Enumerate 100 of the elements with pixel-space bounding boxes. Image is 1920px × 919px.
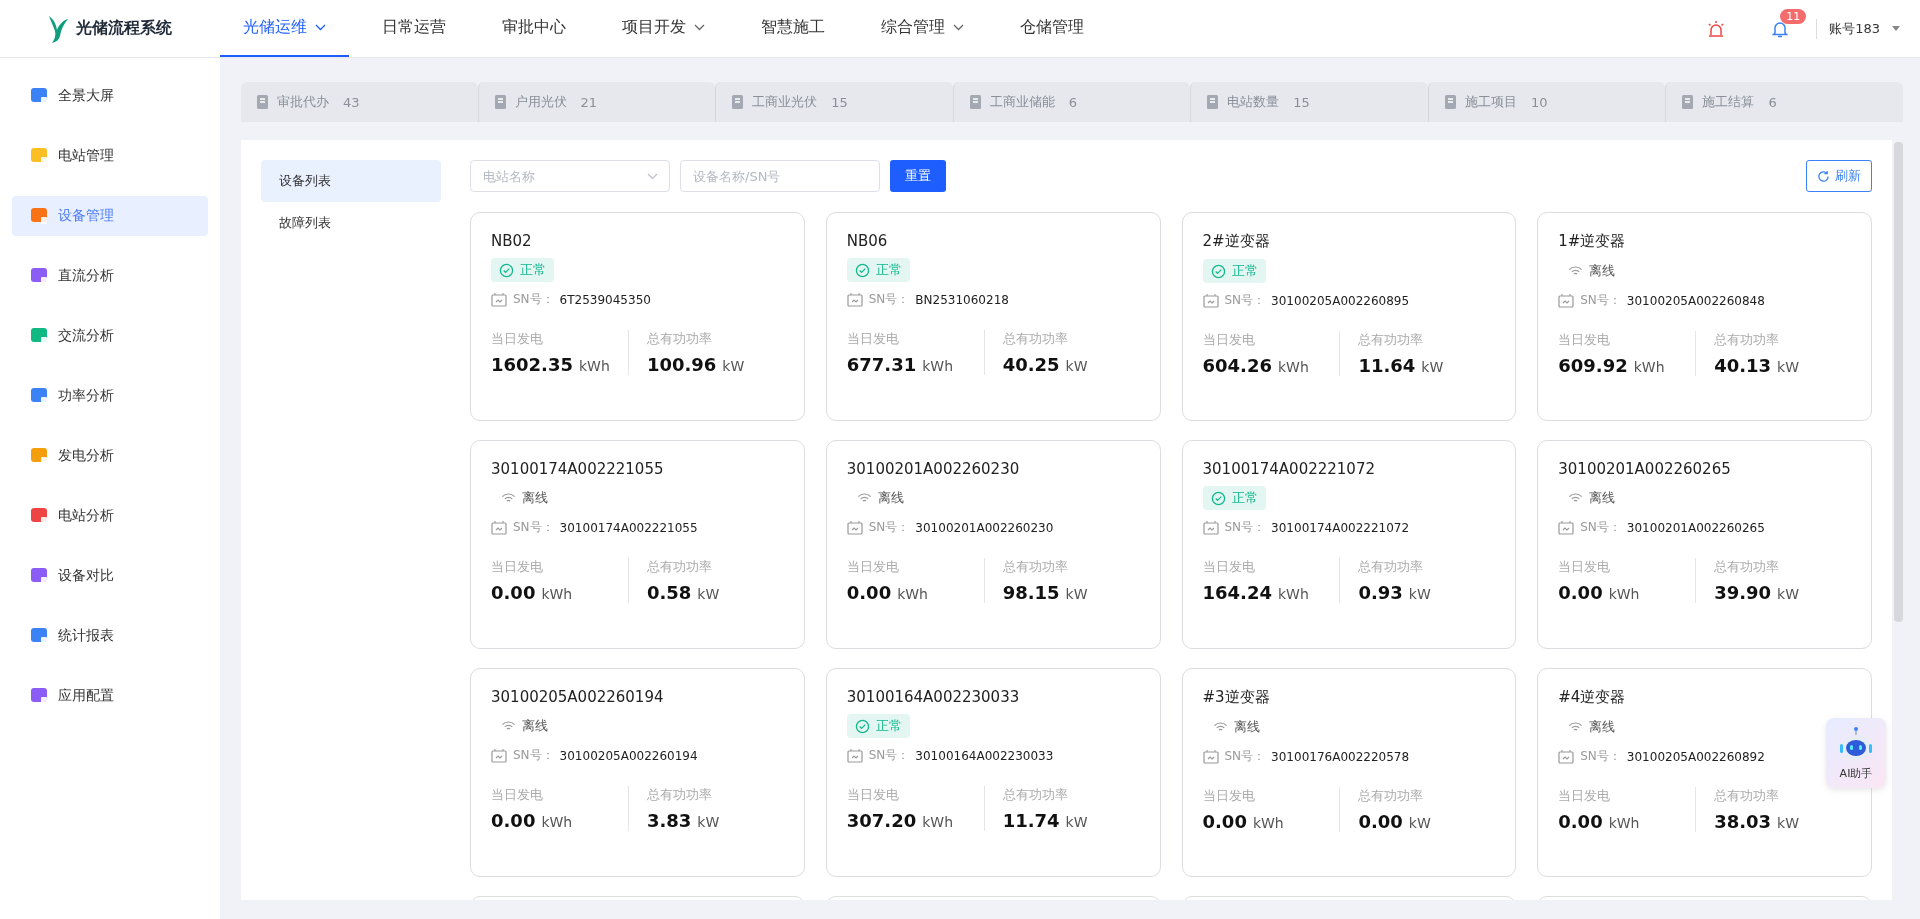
sn-label: SN号：	[1580, 748, 1621, 765]
metric-unit: kWh	[922, 358, 954, 374]
metric-value: 3.83	[646, 810, 692, 831]
metric-unit: kWh	[579, 358, 610, 374]
metric-value: 98.15	[1002, 582, 1060, 603]
status-text: 正常	[1231, 262, 1258, 280]
device-card[interactable]: 1#逆变器 离线 SN号： 30100205A002260848 当日发电 609.92 kWh 总有功功率 40.13 kW	[1537, 212, 1872, 421]
battery-icon	[491, 748, 507, 763]
device-card[interactable]: 30100205A002260194 离线 SN号： 30100205A002260194 当日发电 0.00 kWh 总有功功率 3.83 kW	[470, 668, 805, 877]
device-card[interactable]: NB06 正常 SN号： BN2531060218 当日发电 677.31 kWh 总有功功率 40.25 kW	[825, 212, 1161, 421]
sidebar-item[interactable]: 交流分析	[12, 316, 208, 356]
alarm-light-icon[interactable]	[1706, 18, 1727, 39]
sn-value: 30100205A002260848	[1626, 293, 1765, 308]
submenu-item[interactable]: 设备列表	[261, 160, 441, 202]
check-circle-icon	[499, 262, 514, 278]
metric-value: 38.03	[1714, 811, 1772, 832]
status-text: 正常	[875, 261, 902, 279]
device-name: 30100205A002260194	[491, 688, 665, 706]
search-field[interactable]: 设备名称/SN号	[680, 160, 880, 192]
device-card[interactable]: 2#逆变器 正常 SN号： 30100205A002260895 当日发电 604.26 kWh 总有功功率 11.64 kW	[1181, 212, 1517, 421]
device-card[interactable]: 30100174A002221072 正常 SN号： 30100174A002221072 当日发电 164.24 kWh 总有功功率 0.93 kW	[1181, 440, 1517, 649]
sn-label: SN号：	[513, 291, 554, 308]
metric-value: 40.25	[1002, 354, 1060, 375]
chevron-down-icon	[647, 173, 658, 180]
sidebar-item[interactable]: 直流分析	[12, 256, 208, 296]
metric-value: 100.96	[646, 354, 717, 375]
device-card[interactable]: 30100201A002260230 离线 SN号： 30100201A002260230 当日发电 0.00 kWh 总有功功率 98.15 kW	[825, 440, 1161, 649]
metric-label: 总有功功率	[1002, 786, 1069, 804]
sidebar-item[interactable]: 统计报表	[12, 616, 208, 656]
status-text: 正常	[520, 261, 546, 279]
sidebar-item[interactable]: 设备管理	[12, 196, 208, 236]
metric-unit: kW	[1777, 815, 1799, 831]
device-card[interactable]: 30100201A002260265 离线 SN号： 30100201A002260265 当日发电 0.00 kWh 总有功功率 39.90 kW	[1537, 440, 1872, 649]
metric-unit: kW	[1408, 815, 1431, 831]
reset-button[interactable]: 重置	[890, 160, 946, 192]
sidebar-item[interactable]: 设备对比	[12, 556, 208, 596]
metric-label: 总有功功率	[1358, 787, 1425, 805]
device-card[interactable]: NB02 正常 SN号： 6T2539045350 当日发电 1602.35 kWh 总有功功率 100.96 kW	[470, 212, 805, 421]
metric-unit: kW	[1065, 814, 1088, 830]
battery-icon	[1558, 520, 1575, 535]
robot-icon	[1838, 725, 1874, 764]
nav-tab[interactable]: 审批中心	[479, 0, 589, 57]
sidebar-item[interactable]: 功率分析	[12, 376, 208, 416]
device-name: NB06	[846, 232, 889, 250]
device-name: 30100201A002260230	[846, 460, 1021, 478]
metric-unit: kWh	[897, 586, 928, 602]
metric-label: 当日发电	[491, 330, 544, 348]
metric-label: 总有功功率	[1714, 787, 1781, 805]
battery-icon	[1202, 749, 1219, 764]
device-name: 1#逆变器	[1558, 232, 1627, 251]
sn-label: SN号：	[1580, 292, 1621, 309]
device-card[interactable]: 30100174A002221055 离线 SN号： 30100174A002221055 当日发电 0.00 kWh 总有功功率 0.58 kW	[470, 440, 805, 649]
status-text: 离线	[1589, 262, 1616, 280]
metric-value: 609.92	[1558, 355, 1628, 376]
nav-tab[interactable]: 光储运维	[220, 0, 349, 57]
sn-label: SN号：	[1580, 519, 1621, 536]
metric-unit: kW	[1777, 586, 1799, 602]
sn-label: SN号：	[868, 291, 910, 308]
metric-label: 总有功功率	[1358, 558, 1425, 576]
account-name[interactable]: 账号183	[1829, 19, 1880, 38]
assistant-label: AI助手	[1839, 765, 1873, 781]
sidebar-item[interactable]: 电站管理	[12, 136, 208, 176]
battery-icon	[846, 292, 863, 307]
metric-unit: kWh	[1633, 359, 1665, 375]
metric-value: 307.20	[846, 810, 917, 831]
metric-label: 总有功功率	[1358, 331, 1425, 349]
device-name: #3逆变器	[1202, 688, 1271, 707]
bird-logo-icon	[46, 13, 70, 44]
sn-label: SN号：	[868, 519, 910, 536]
check-circle-icon	[854, 718, 870, 734]
metric-label: 总有功功率	[646, 330, 713, 348]
battery-icon	[1558, 749, 1575, 764]
device-name: 2#逆变器	[1202, 232, 1271, 251]
submenu-item[interactable]: 故障列表	[261, 202, 441, 244]
metric-label: 当日发电	[846, 558, 900, 576]
battery-icon	[491, 292, 507, 307]
nav-tab[interactable]: 仓储管理	[997, 0, 1107, 57]
metric-label: 当日发电	[491, 558, 544, 576]
caret-icon[interactable]	[1892, 26, 1900, 31]
nav-tab[interactable]: 智慧施工	[738, 0, 848, 57]
metric-label: 当日发电	[491, 786, 544, 804]
nav-tab[interactable]: 日常运营	[359, 0, 469, 57]
nav-tab[interactable]: 项目开发	[599, 0, 728, 57]
sidebar-item[interactable]: 应用配置	[12, 676, 208, 716]
device-card[interactable]: #3逆变器 离线 SN号： 30100176A002220578 当日发电 0.00 kWh 总有功功率 0.00 kW	[1181, 668, 1517, 877]
sidebar-item[interactable]: 全景大屏	[12, 76, 208, 116]
metric-unit: kW	[1777, 359, 1799, 375]
ai-assistant-button[interactable]: AI助手	[1826, 718, 1886, 788]
metric-label: 总有功功率	[646, 786, 713, 804]
device-name: NB02	[491, 232, 533, 250]
status-text: 离线	[1589, 718, 1616, 736]
sidebar-item[interactable]: 电站分析	[12, 496, 208, 536]
refresh-button[interactable]: 刷新	[1806, 160, 1872, 192]
metric-unit: kWh	[541, 814, 573, 830]
nav-tab[interactable]: 综合管理	[858, 0, 987, 57]
station-select[interactable]: 电站名称	[470, 160, 670, 192]
check-circle-icon	[854, 262, 870, 278]
scrollbar[interactable]	[1894, 142, 1903, 622]
device-card[interactable]: 30100164A002230033 正常 SN号： 30100164A002230033 当日发电 307.20 kWh 总有功功率 11.74 kW	[825, 668, 1161, 877]
sidebar-item[interactable]: 发电分析	[12, 436, 208, 476]
